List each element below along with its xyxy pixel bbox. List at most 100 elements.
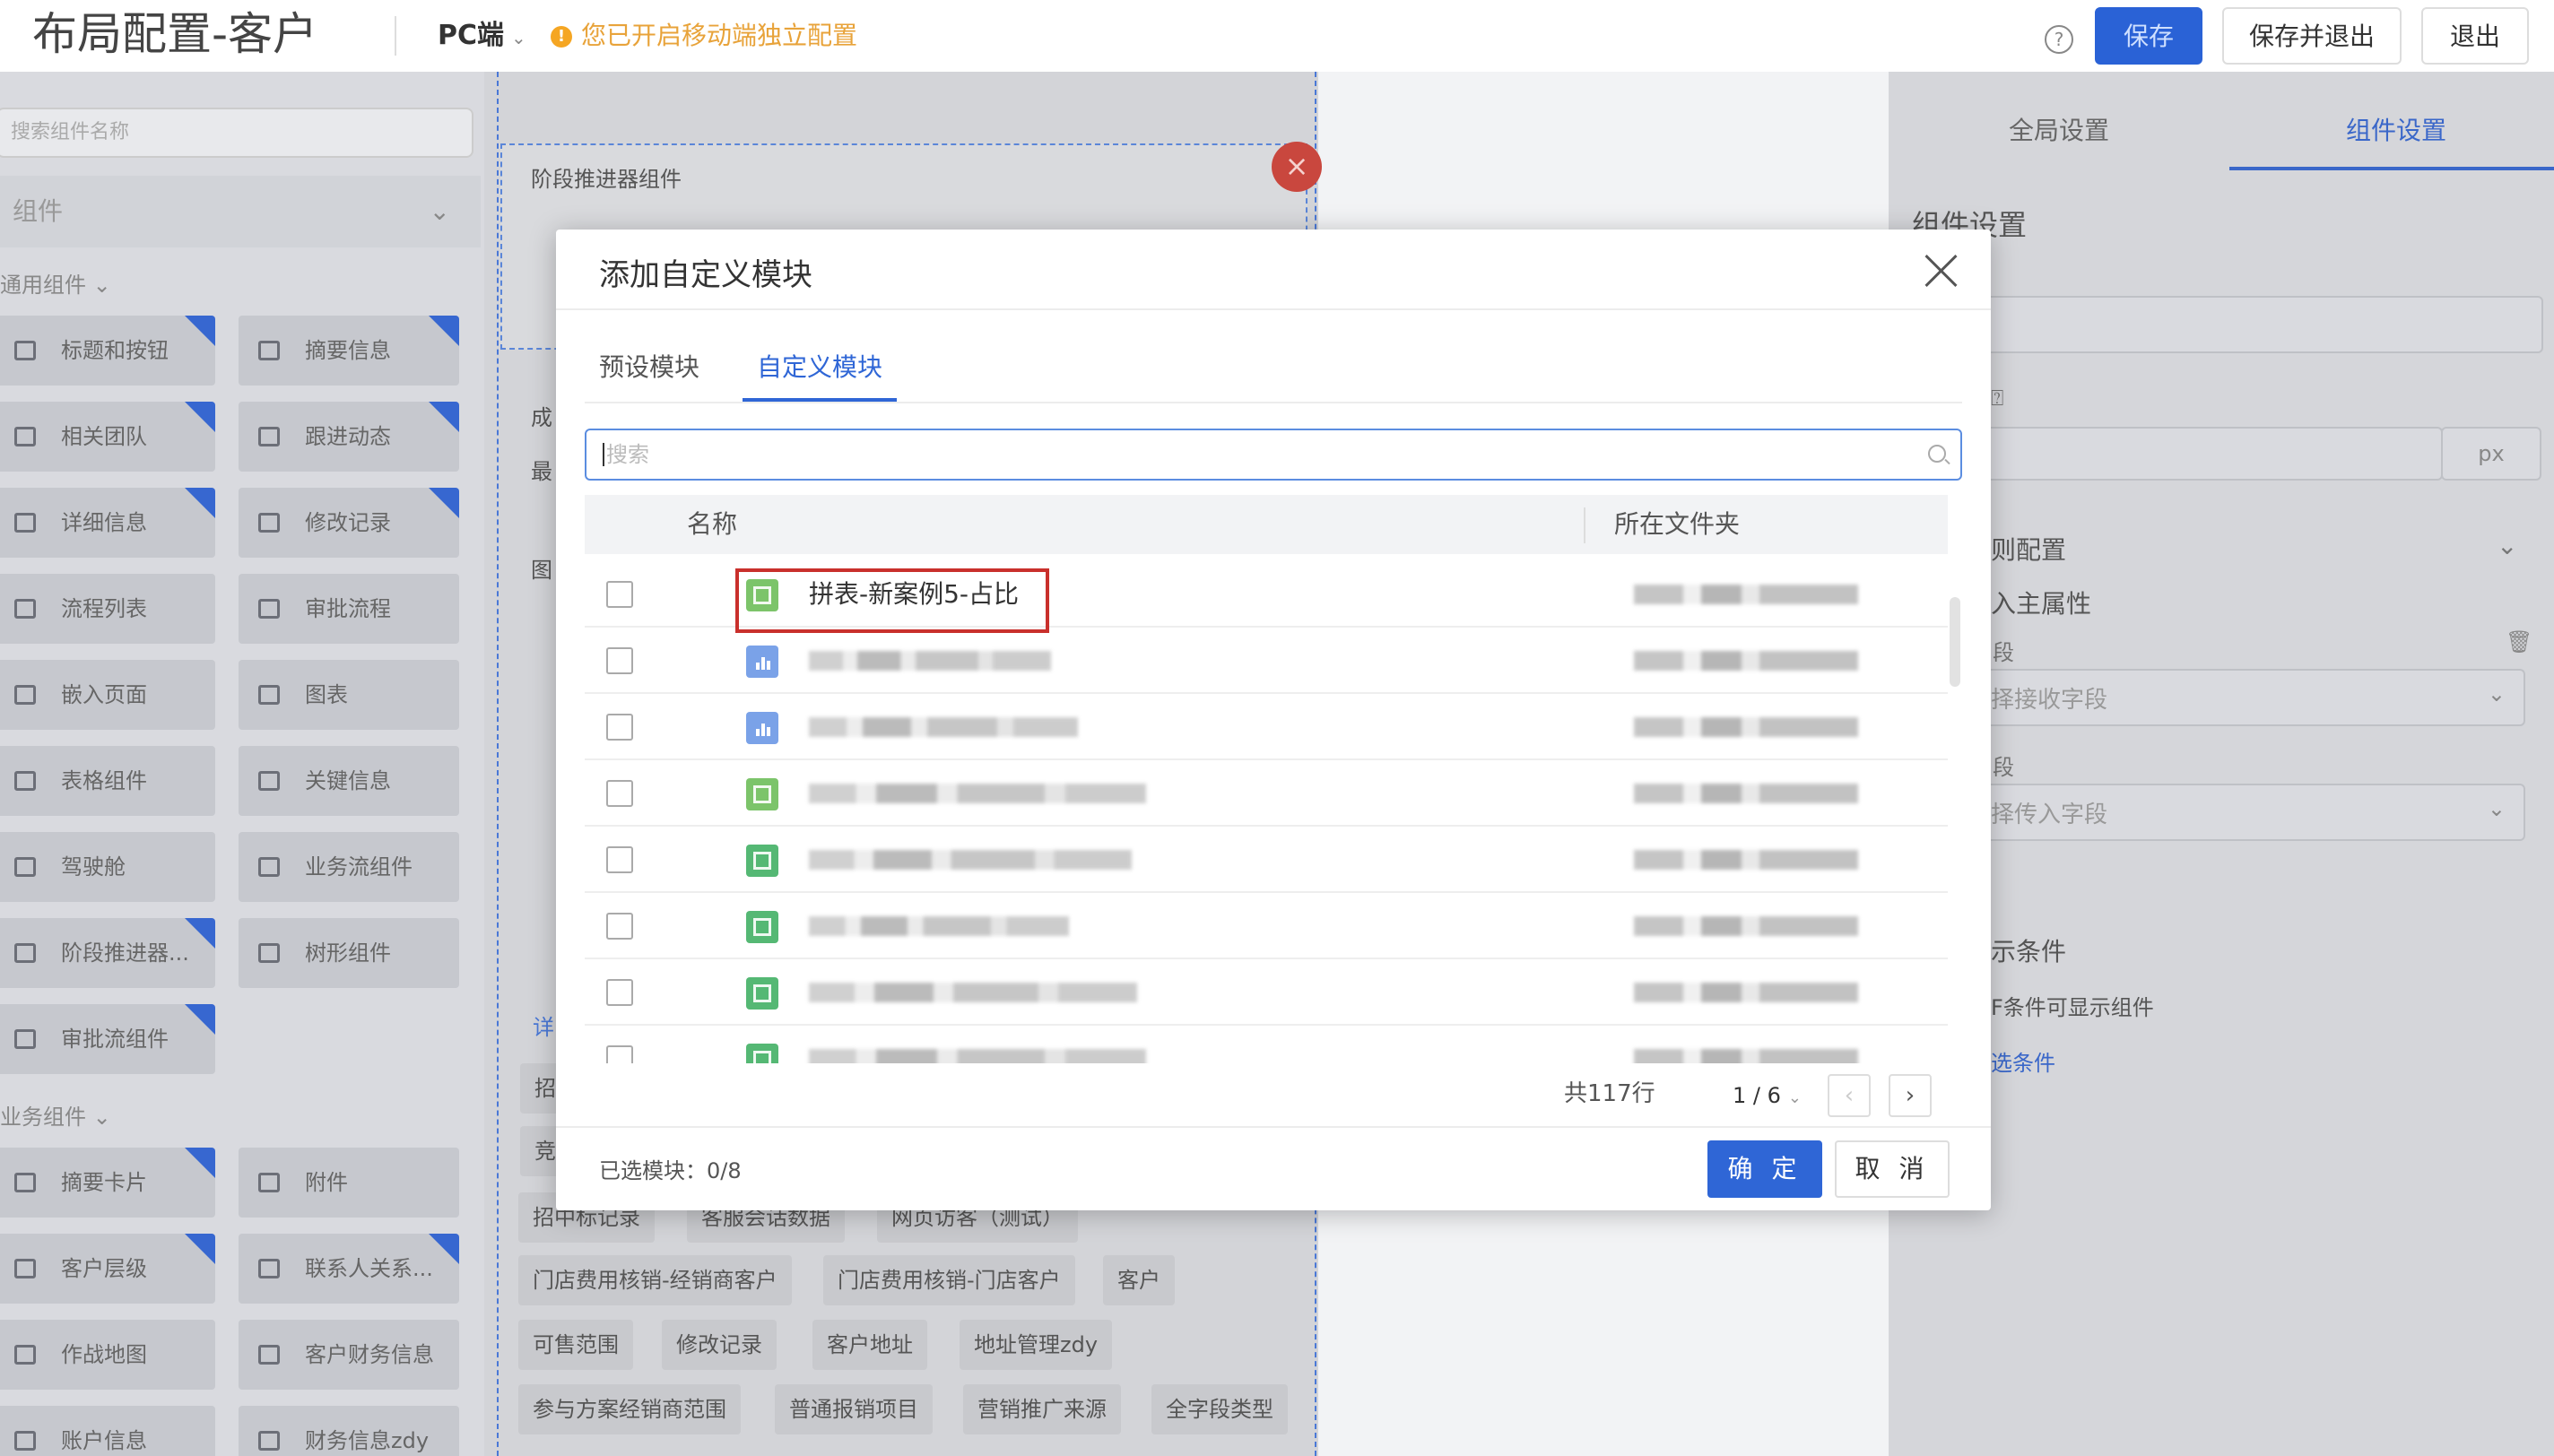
confirm-button[interactable]: 确 定 — [1707, 1140, 1822, 1198]
table-row[interactable] — [585, 694, 1948, 760]
tab-underline — [743, 398, 897, 402]
save-exit-button[interactable]: 保存并退出 — [2222, 7, 2402, 65]
module-name-redacted — [809, 983, 1137, 1002]
component-item[interactable]: 修改记录 — [239, 488, 459, 558]
row-checkbox[interactable] — [606, 581, 633, 608]
component-item[interactable]: 标题和按钮 — [0, 316, 215, 386]
table-row[interactable] — [585, 1026, 1948, 1063]
component-item[interactable]: 摘要卡片 — [0, 1148, 215, 1218]
remove-component-icon[interactable]: × — [1272, 142, 1322, 192]
platform-select[interactable]: PC端 ⌄ — [438, 18, 526, 56]
pager-page-select[interactable]: 1 / 6 ⌄ — [1733, 1078, 1802, 1116]
divider — [585, 402, 1962, 403]
pager-total: 共117行 — [1564, 1080, 1655, 1107]
component-item[interactable]: 驾驶舱 — [0, 832, 215, 902]
component-item[interactable]: 附件 — [239, 1148, 459, 1218]
chevron-down-icon: ⌄ — [1787, 1088, 1802, 1107]
tab-global-settings[interactable]: 全局设置 — [2009, 111, 2109, 147]
category-business[interactable]: 业务组件 ⌄ — [0, 1099, 111, 1131]
component-item[interactable]: 业务流组件 — [239, 832, 459, 902]
row-checkbox[interactable] — [606, 780, 633, 807]
table-row[interactable] — [585, 760, 1948, 827]
component-item[interactable]: 财务信息zdy — [239, 1406, 459, 1456]
table-icon — [746, 911, 778, 943]
component-icon — [14, 1029, 36, 1049]
added-marker — [185, 1148, 215, 1178]
receive-field-select[interactable]: 择接收字段 ⌄ — [1973, 669, 2525, 726]
chevron-down-icon[interactable]: ⌄ — [2497, 531, 2517, 560]
module-tag[interactable]: 门店费用核销-经销商客户 — [518, 1255, 792, 1305]
table-row[interactable] — [585, 893, 1948, 959]
component-search-input[interactable]: 搜索组件名称 — [0, 108, 473, 158]
component-item[interactable]: 联系人关系... — [239, 1234, 459, 1304]
component-item[interactable]: 表格组件 — [0, 746, 215, 816]
module-tag[interactable]: 门店费用核销-门店客户 — [823, 1255, 1075, 1305]
select-condition-link[interactable]: 选条件 — [1991, 1045, 2055, 1077]
row-checkbox[interactable] — [606, 846, 633, 873]
component-name-input[interactable] — [1973, 296, 2543, 353]
component-item[interactable]: 树形组件 — [239, 918, 459, 988]
module-tag[interactable]: 可售范围 — [518, 1320, 633, 1370]
component-item[interactable]: 详细信息 — [0, 488, 215, 558]
component-item[interactable]: 阶段推进器... — [0, 918, 215, 988]
module-tag[interactable]: 修改记录 — [662, 1320, 777, 1370]
category-general[interactable]: 通用组件 ⌄ — [0, 267, 111, 299]
row-checkbox[interactable] — [606, 1045, 633, 1063]
component-type-label: 组件 — [13, 196, 64, 226]
module-tag[interactable]: 客户 — [1103, 1255, 1175, 1305]
component-item[interactable]: 客户层级 — [0, 1234, 215, 1304]
module-tag[interactable]: 客户地址 — [812, 1320, 927, 1370]
table-row[interactable] — [585, 959, 1948, 1026]
chevron-down-icon: ⌄ — [2487, 796, 2506, 821]
next-page-button[interactable]: › — [1889, 1074, 1932, 1117]
rule-config-label: 则配置 — [1991, 535, 2067, 565]
exit-button[interactable]: 退出 — [2421, 7, 2529, 65]
component-item[interactable]: 图表 — [239, 660, 459, 730]
row-checkbox[interactable] — [606, 979, 633, 1006]
module-tag[interactable]: 参与方案经销商范围 — [518, 1384, 741, 1434]
component-item[interactable]: 摘要信息 — [239, 316, 459, 386]
component-item[interactable]: 审批流组件 — [0, 1004, 215, 1074]
cancel-button[interactable]: 取 消 — [1835, 1140, 1950, 1198]
component-item[interactable]: 作战地图 — [0, 1320, 215, 1390]
component-item[interactable]: 嵌入页面 — [0, 660, 215, 730]
prev-page-button[interactable]: ‹ — [1828, 1074, 1871, 1117]
close-icon[interactable] — [1923, 253, 1959, 289]
tab-custom-module[interactable]: 自定义模块 — [757, 348, 882, 387]
display-condition-desc: F条件可显示组件 — [1991, 995, 2154, 1020]
save-button[interactable]: 保存 — [2095, 7, 2202, 65]
module-tag[interactable]: 普通报销项目 — [775, 1384, 933, 1434]
module-search-input[interactable]: 搜索 — [585, 429, 1962, 481]
column-divider[interactable] — [1584, 507, 1585, 543]
module-tag[interactable]: 全字段类型 — [1151, 1384, 1288, 1434]
component-icon — [14, 771, 36, 791]
component-item[interactable]: 跟进动态 — [239, 402, 459, 472]
tab-preset-module[interactable]: 预设模块 — [599, 348, 699, 387]
folder-redacted — [1634, 585, 1858, 604]
folder-redacted — [1634, 651, 1858, 671]
delete-icon[interactable]: 🗑 — [2506, 629, 2532, 654]
component-item[interactable]: 流程列表 — [0, 574, 215, 644]
row-checkbox[interactable] — [606, 913, 633, 940]
component-icon — [14, 341, 36, 360]
table-row[interactable] — [585, 827, 1948, 893]
table-row[interactable] — [585, 628, 1948, 694]
tab-component-settings[interactable]: 组件设置 — [2346, 111, 2446, 147]
module-tag[interactable]: 营销推广来源 — [963, 1384, 1121, 1434]
module-table-body: 拼表-新案例5-占比 — [585, 561, 1948, 1063]
component-type-select[interactable]: 组件 ⌄ — [0, 176, 481, 247]
row-checkbox[interactable] — [606, 714, 633, 741]
module-tag[interactable]: 地址管理zdy — [960, 1320, 1113, 1370]
pass-field-select[interactable]: 择传入字段 ⌄ — [1973, 784, 2525, 841]
row-checkbox[interactable] — [606, 647, 633, 674]
component-item[interactable]: 关键信息 — [239, 746, 459, 816]
component-icon — [14, 1345, 36, 1365]
help-icon[interactable]: ? — [2045, 25, 2073, 54]
component-item[interactable]: 账户信息 — [0, 1406, 215, 1456]
table-scrollbar[interactable] — [1950, 597, 1960, 687]
component-item[interactable]: 客户财务信息 — [239, 1320, 459, 1390]
component-item[interactable]: 相关团队 — [0, 402, 215, 472]
height-input[interactable] — [1973, 427, 2443, 481]
component-item[interactable]: 审批流程 — [239, 574, 459, 644]
help-icon[interactable]: ⍰ — [1991, 386, 2003, 411]
